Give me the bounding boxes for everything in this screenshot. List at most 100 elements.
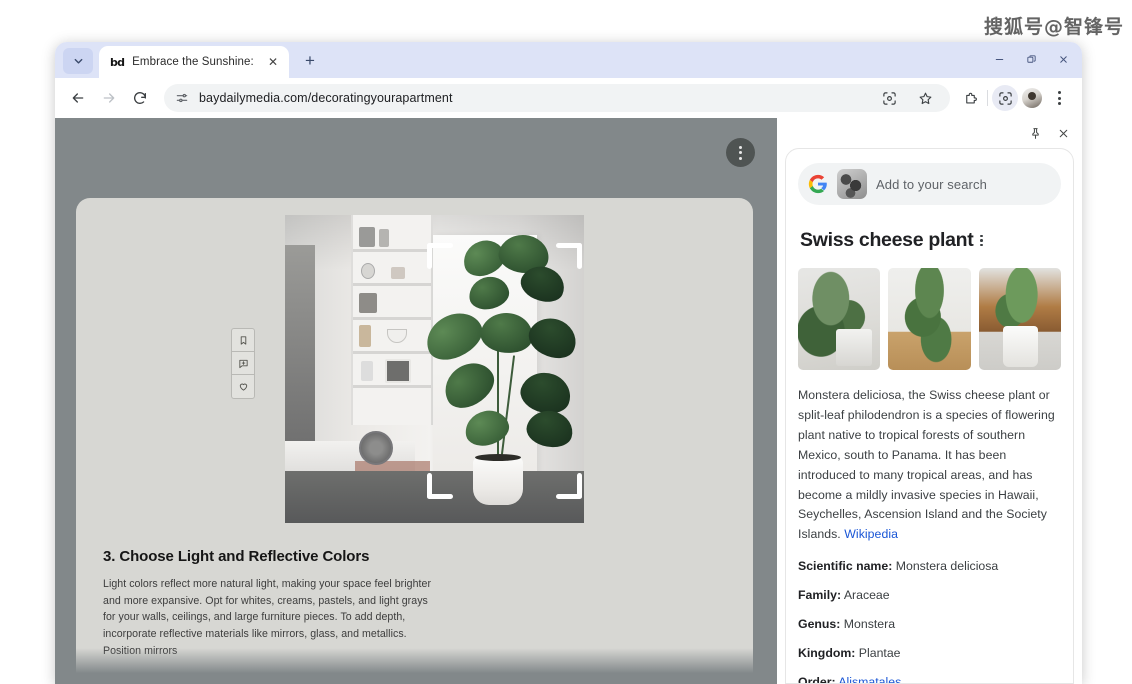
browser-window: bd Embrace the Sunshine: Dec ✕ + [55,42,1082,684]
three-dot-menu-icon [739,145,742,160]
fact-label: Scientific name: [798,559,893,574]
fact-row: Scientific name: Monstera deliciosa [798,557,1061,576]
photo-object [361,361,373,381]
result-fact-list: Scientific name: Monstera deliciosa Fami… [798,557,1061,683]
photo-framed-picture [385,359,411,383]
fact-row: Family: Araceae [798,586,1061,605]
lens-result-card: Add to your search Swiss cheese plant Mo… [785,148,1074,684]
restore-icon [1026,54,1036,63]
lens-search-input[interactable]: Add to your search [798,163,1061,205]
window-close-button[interactable] [1048,46,1078,72]
comment-add-icon [238,359,248,368]
result-description: Monstera deliciosa, the Swiss cheese pla… [798,386,1061,545]
photo-shelving [351,215,433,425]
lens-panel-button[interactable] [992,85,1018,111]
window-restore-button[interactable] [1016,46,1046,72]
back-arrow-icon [72,93,84,103]
google-lens-icon [998,91,1012,105]
browser-content-area: 3. Choose Light and Reflective Colors Li… [55,118,1082,684]
side-panel-pin-button[interactable] [1024,122,1046,144]
fact-row: Kingdom: Plantae [798,644,1061,663]
fact-row: Genus: Monstera [798,615,1061,634]
article-heading: 3. Choose Light and Reflective Colors [103,548,370,565]
tab-favicon: bd [110,55,125,69]
selection-corner-bottom-right[interactable] [556,473,582,499]
browser-menu-button[interactable] [1046,85,1072,111]
side-panel-close-button[interactable] [1052,122,1074,144]
result-description-text: Monstera deliciosa, the Swiss cheese pla… [798,388,1055,542]
photo-object [391,267,405,279]
bookmark-star-button[interactable] [912,85,938,111]
google-g-logo [808,174,827,194]
address-bar[interactable]: baydailymedia.com/decoratingyourapartmen… [164,84,950,112]
browser-tab[interactable]: bd Embrace the Sunshine: Dec ✕ [99,46,289,78]
result-image-1[interactable] [798,268,881,370]
lens-search-placeholder: Add to your search [876,176,987,192]
fact-value-link[interactable]: Alismatales [838,675,901,683]
photo-object [359,227,375,247]
address-bar-url: baydailymedia.com/decoratingyourapartmen… [199,91,453,105]
extensions-puzzle-icon [965,92,977,103]
result-title-menu-button[interactable] [980,234,983,247]
photo-object [387,329,407,343]
photo-object [361,263,375,279]
back-button[interactable] [63,83,93,113]
lens-selected-crop-thumbnail[interactable] [837,169,867,199]
comment-button[interactable] [232,352,254,375]
result-title-row: Swiss cheese plant [800,229,1061,252]
forward-arrow-icon [103,93,115,103]
result-image-3[interactable] [978,268,1061,370]
chevron-down-icon [74,58,82,64]
new-tab-button[interactable]: + [297,48,323,74]
reload-icon [134,92,146,104]
selection-corner-top-left[interactable] [427,243,453,269]
photo-object [359,325,371,347]
fact-label: Genus: [798,617,841,632]
reload-button[interactable] [125,83,155,113]
article-paragraph: Light colors reflect more natural light,… [103,578,432,657]
close-icon [1059,55,1067,63]
page-floating-menu-button[interactable] [726,138,755,167]
profile-button[interactable] [1019,85,1045,111]
fact-value: Monstera [843,617,896,632]
result-title: Swiss cheese plant [800,229,974,251]
watermark: 搜狐号@智锋号 [983,16,1124,38]
avatar [1022,88,1042,108]
lens-result-scroll[interactable]: Swiss cheese plant Monstera deliciosa, t… [786,205,1073,683]
extensions-button[interactable] [957,85,983,111]
result-image-2[interactable] [888,268,971,370]
window-controls [984,46,1078,72]
photo-object [379,229,389,247]
photo-object [359,293,377,313]
bookmark-button[interactable] [232,329,254,352]
bookmark-icon [240,335,246,345]
fact-value: Monstera deliciosa [895,559,999,574]
selection-corner-top-right[interactable] [556,243,582,269]
selection-corner-bottom-left[interactable] [427,473,453,499]
toolbar-divider [987,90,988,106]
star-icon [919,92,931,104]
window-minimize-button[interactable] [984,46,1014,72]
forward-button[interactable] [94,83,124,113]
wikipedia-link[interactable]: Wikipedia [844,527,898,541]
google-lens-icon [882,91,896,105]
article-action-rail [231,328,255,399]
like-button[interactable] [232,375,254,398]
fact-value: Araceae [843,588,890,603]
tab-strip: bd Embrace the Sunshine: Dec ✕ + [55,42,1082,78]
fact-label: Order: [798,675,836,683]
photo-doorway [285,245,315,445]
fact-label: Kingdom: [798,646,856,661]
site-settings-tune-icon[interactable] [175,91,189,105]
three-dot-menu-icon [1057,91,1061,105]
minimize-icon [995,58,1003,60]
close-icon [1059,129,1067,137]
screenshot-root: 搜狐号@智锋号 bd Embrace the Sunshine: Dec ✕ + [0,0,1132,684]
tab-close-button[interactable]: ✕ [265,54,281,70]
article-hero-image[interactable] [285,215,584,523]
fact-label: Family: [798,588,842,603]
tab-search-button[interactable] [63,48,93,74]
address-bar-trailing-icons [876,85,938,111]
lens-search-button[interactable] [876,85,902,111]
photo-fan [359,431,393,465]
